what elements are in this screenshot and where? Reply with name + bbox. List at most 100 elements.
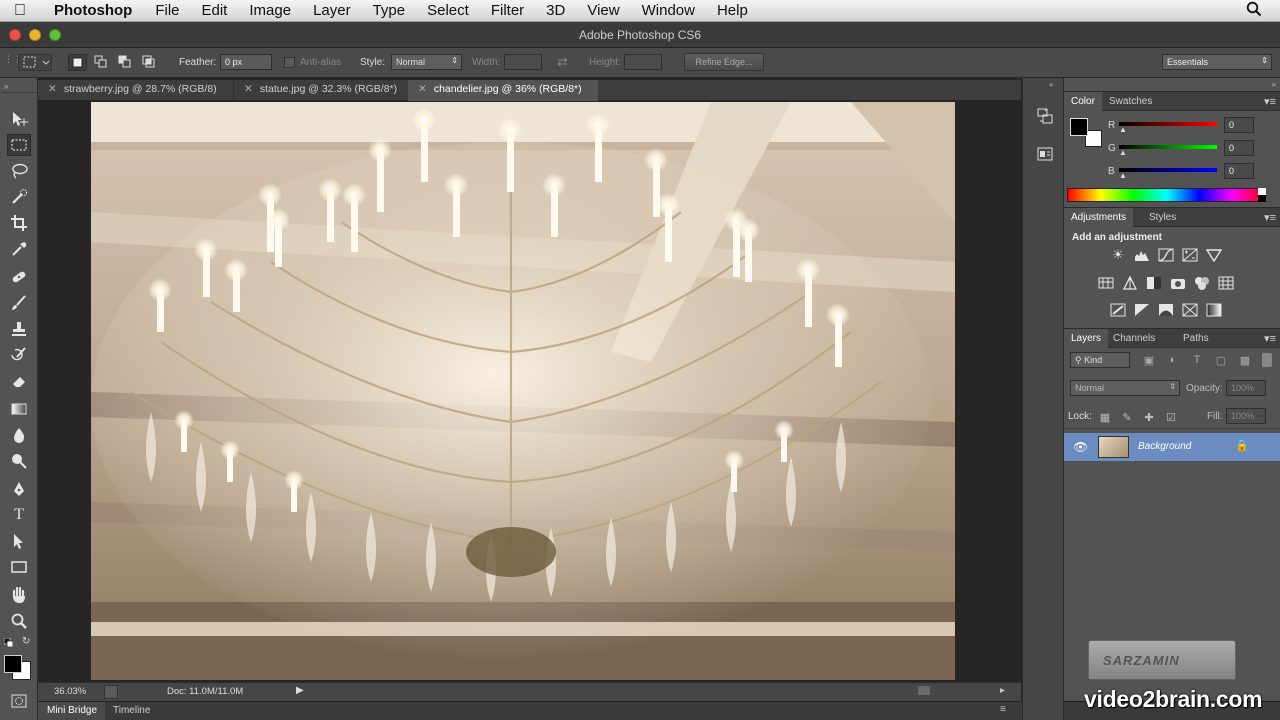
layer-row-background[interactable]: 👁 Background 🔒 (1064, 433, 1280, 461)
color-spectrum-bar[interactable] (1067, 188, 1266, 202)
move-tool-icon[interactable] (7, 108, 31, 130)
layer-name[interactable]: Background (1138, 441, 1191, 452)
clone-stamp-tool-icon[interactable] (7, 318, 31, 340)
tab-mini-bridge[interactable]: Mini Bridge (38, 702, 106, 720)
filter-shape-layers-icon[interactable]: ▢ (1212, 351, 1230, 369)
zoom-tool-icon[interactable] (7, 610, 31, 632)
dodge-tool-icon[interactable] (7, 450, 31, 472)
filter-type-layers-icon[interactable]: T (1188, 351, 1206, 369)
new-selection-icon[interactable] (68, 54, 87, 71)
tab-styles[interactable]: Styles (1142, 208, 1183, 227)
menu-type[interactable]: Type (362, 2, 417, 19)
tab-adjustments[interactable]: Adjustments (1064, 208, 1134, 227)
spot-healing-brush-tool-icon[interactable] (7, 266, 31, 288)
feather-input[interactable]: 0 px (220, 54, 272, 70)
width-input[interactable] (504, 54, 542, 70)
blur-tool-icon[interactable] (7, 424, 31, 446)
gradient-tool-icon[interactable] (7, 398, 31, 420)
workspace-switcher[interactable]: Essentials ⇕ (1162, 54, 1272, 70)
close-tab-icon[interactable]: ✕ (244, 83, 253, 95)
spotlight-search-icon[interactable] (1246, 1, 1262, 21)
threshold-icon[interactable] (1157, 301, 1175, 319)
document-canvas[interactable] (91, 102, 955, 680)
menu-select[interactable]: Select (416, 2, 480, 19)
menu-help[interactable]: Help (706, 2, 759, 19)
subtract-from-selection-icon[interactable] (116, 54, 135, 71)
lock-position-icon[interactable]: ✚ (1140, 408, 1158, 426)
selective-color-icon[interactable] (1181, 301, 1199, 319)
lasso-tool-icon[interactable] (7, 160, 31, 182)
black-white-icon[interactable] (1145, 274, 1163, 292)
vibrance-icon[interactable] (1205, 246, 1223, 264)
blend-mode-select[interactable]: Normal ⇕ (1070, 380, 1180, 396)
black-swatch[interactable] (1258, 195, 1266, 202)
default-colors-icon[interactable] (3, 637, 14, 648)
posterize-icon[interactable] (1133, 301, 1151, 319)
lock-transparent-pixels-icon[interactable]: ▦ (1096, 408, 1114, 426)
menu-edit[interactable]: Edit (191, 2, 239, 19)
panel-menu-icon[interactable]: ▾≡ (1264, 95, 1276, 108)
channel-r-input[interactable]: 0 (1224, 117, 1254, 133)
intersect-selection-icon[interactable] (140, 54, 159, 71)
filter-pixel-layers-icon[interactable]: ▣ (1140, 351, 1158, 369)
rectangular-marquee-tool-icon[interactable] (7, 134, 31, 156)
swap-colors-icon[interactable]: ↻ (22, 636, 30, 647)
color-lookup-icon[interactable] (1217, 274, 1235, 292)
curves-icon[interactable] (1157, 246, 1175, 264)
eraser-tool-icon[interactable] (7, 370, 31, 392)
path-selection-tool-icon[interactable] (7, 530, 31, 552)
tool-preset-picker[interactable] (18, 54, 52, 71)
fill-input[interactable]: 100% (1226, 408, 1266, 424)
rectangle-tool-icon[interactable] (7, 556, 31, 578)
white-swatch[interactable] (1258, 188, 1266, 195)
lock-all-icon[interactable]: ☑ (1162, 408, 1180, 426)
slider-thumb-icon[interactable]: ▲ (1119, 125, 1127, 134)
hand-tool-icon[interactable] (7, 584, 31, 606)
menu-file[interactable]: File (144, 2, 190, 19)
channel-r-slider[interactable] (1119, 122, 1217, 126)
lock-image-pixels-icon[interactable]: ✎ (1118, 408, 1136, 426)
opacity-input[interactable]: 100% (1226, 380, 1266, 396)
tab-channels[interactable]: Channels (1106, 329, 1162, 348)
quick-selection-tool-icon[interactable] (7, 186, 31, 208)
quick-mask-icon[interactable] (7, 690, 31, 712)
filter-toggle-switch[interactable] (1262, 353, 1272, 367)
channel-g-slider[interactable] (1119, 145, 1217, 149)
menu-view[interactable]: View (576, 2, 630, 19)
exposure-icon[interactable] (1181, 246, 1199, 264)
filter-adjustment-layers-icon[interactable]: ◐ (1164, 351, 1182, 369)
expand-dock-icon[interactable]: « (1049, 80, 1053, 89)
zoom-level[interactable]: 36.03% (54, 686, 86, 697)
pen-tool-icon[interactable] (7, 478, 31, 500)
eye-visibility-icon[interactable]: 👁 (1073, 440, 1088, 454)
menu-layer[interactable]: Layer (302, 2, 362, 19)
tab-paths[interactable]: Paths (1176, 329, 1216, 348)
bottom-panel-menu-icon[interactable]: ≡ (1000, 704, 1006, 715)
tab-chandelier[interactable]: ✕ chandelier.jpg @ 36% (RGB/8*) (408, 80, 598, 101)
menu-3d[interactable]: 3D (535, 2, 576, 19)
tab-swatches[interactable]: Swatches (1102, 92, 1159, 111)
photo-filter-icon[interactable] (1169, 274, 1187, 292)
anti-alias-checkbox[interactable] (284, 57, 295, 68)
hue-saturation-icon[interactable] (1097, 274, 1115, 292)
tab-timeline[interactable]: Timeline (106, 705, 157, 716)
gradient-map-icon[interactable] (1205, 301, 1223, 319)
panel-menu-icon[interactable]: ▾≡ (1264, 332, 1276, 345)
foreground-color-swatch[interactable] (4, 655, 22, 673)
add-to-selection-icon[interactable] (92, 54, 111, 71)
swap-width-height-icon[interactable]: ⇄ (557, 54, 568, 70)
close-tab-icon[interactable]: ✕ (48, 83, 57, 95)
slider-thumb-icon[interactable]: ▲ (1119, 171, 1127, 180)
status-export-icon[interactable] (104, 685, 118, 699)
status-menu-arrow-icon[interactable]: ▶ (296, 685, 304, 696)
color-foreground-swatch[interactable] (1070, 118, 1088, 136)
channel-g-input[interactable]: 0 (1224, 140, 1254, 156)
collapse-panels-icon[interactable]: » (1272, 80, 1276, 89)
tab-color[interactable]: Color (1064, 92, 1102, 111)
style-select[interactable]: Normal ⇕ (391, 54, 462, 70)
scroll-right-icon[interactable]: ▸ (1000, 685, 1005, 696)
crop-tool-icon[interactable] (7, 212, 31, 234)
brush-tool-icon[interactable] (7, 292, 31, 314)
type-tool-icon[interactable]: T (7, 504, 31, 526)
eyedropper-tool-icon[interactable] (7, 238, 31, 260)
